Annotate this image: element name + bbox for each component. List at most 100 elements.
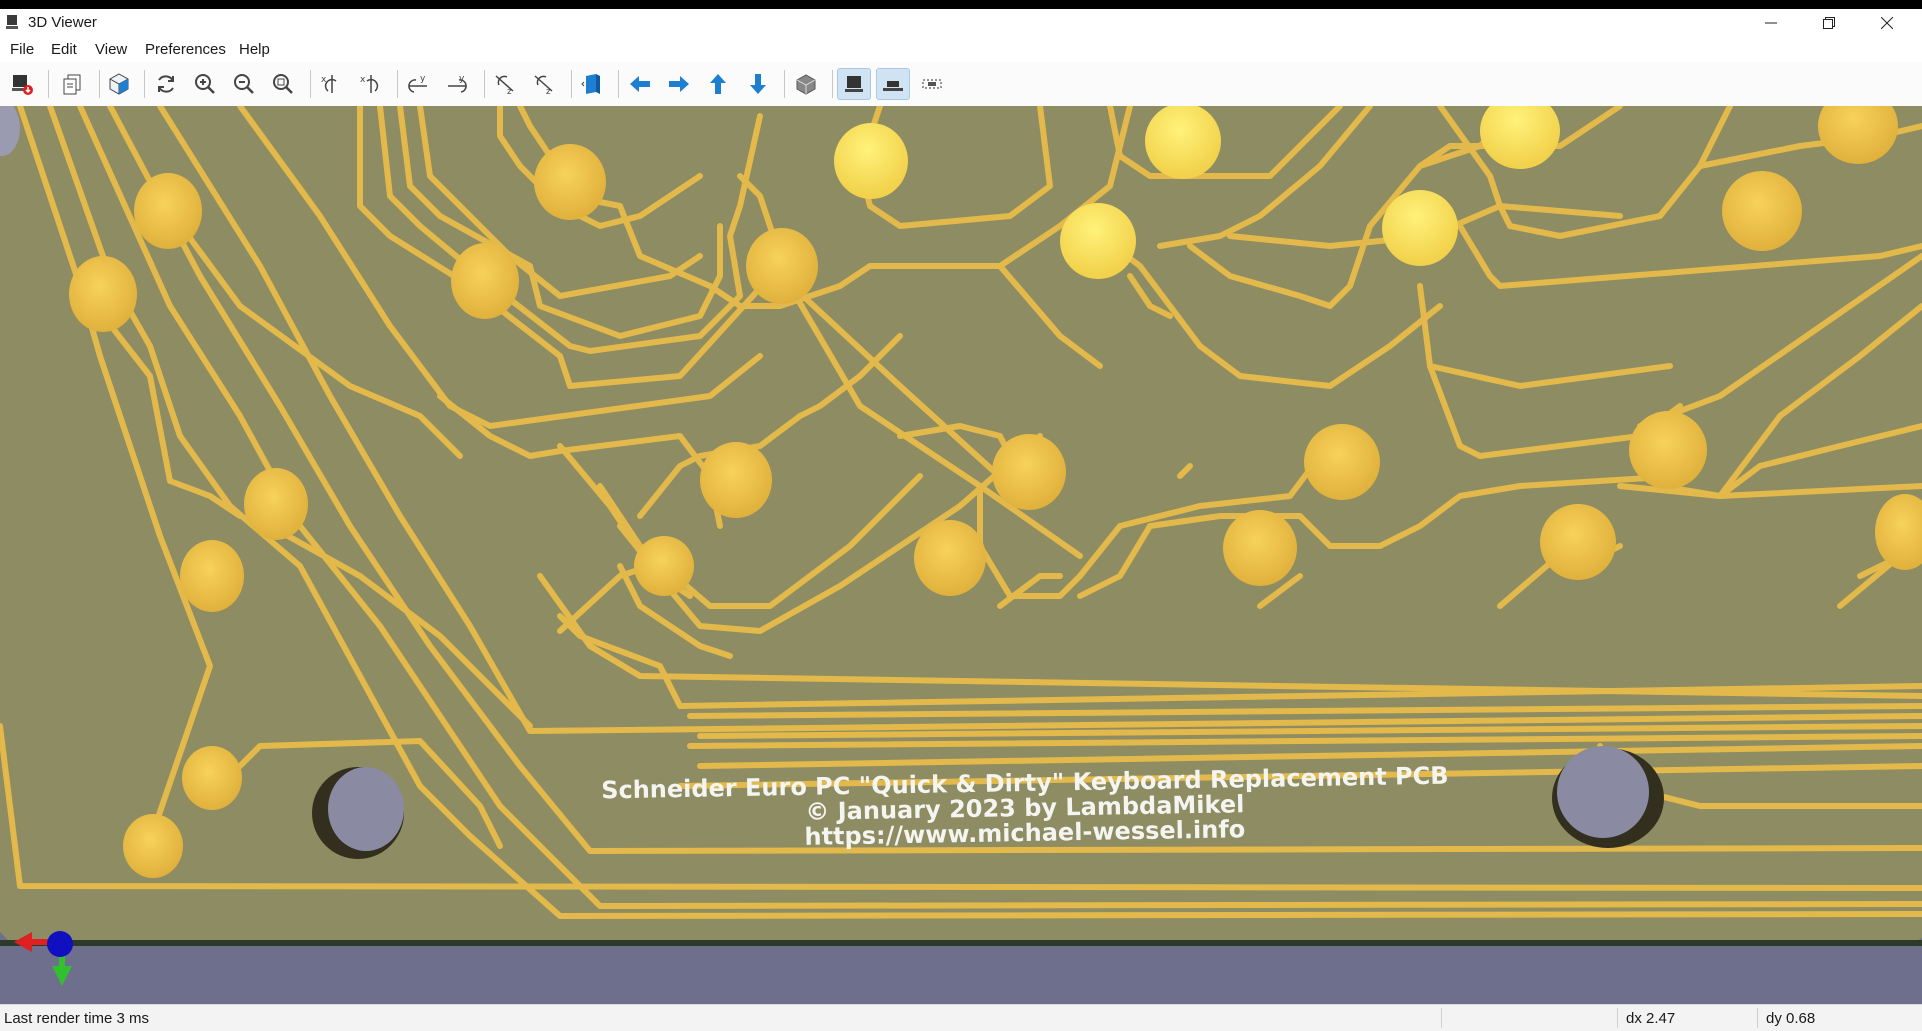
menu-preferences[interactable]: Preferences — [145, 41, 226, 58]
toolbar-separator — [99, 70, 100, 98]
zoom-in-icon — [195, 74, 215, 94]
toolbar-separator — [48, 70, 49, 98]
pad — [244, 468, 308, 540]
zoom-out-icon — [234, 74, 254, 94]
pad — [1223, 510, 1297, 586]
pad — [123, 814, 183, 878]
restore-button[interactable] — [1800, 9, 1858, 36]
render-time-status: Last render time 3 ms — [4, 1010, 150, 1027]
pad — [134, 173, 202, 249]
rotate-y-ccw-button[interactable]: y — [440, 68, 474, 100]
window-top-edge — [0, 0, 1922, 9]
pad — [634, 536, 694, 596]
svg-text:y: y — [420, 74, 426, 84]
toolbar-separator — [618, 70, 619, 98]
rotate-x-cw-button[interactable]: x — [315, 68, 349, 100]
app-icon — [6, 15, 18, 29]
toolbar-separator — [484, 70, 485, 98]
pad — [69, 256, 137, 332]
move-up-button[interactable] — [701, 68, 735, 100]
dy-status: dy 0.68 — [1766, 1010, 1816, 1027]
toolbar-separator — [144, 70, 145, 98]
status-bar: Last render time 3 ms dx 2.47 dy 0.68 — [0, 1004, 1922, 1031]
rotate-y-icon: y — [448, 74, 467, 93]
cube-icon — [109, 73, 129, 95]
pad — [746, 228, 818, 304]
component-icon — [883, 81, 903, 91]
pad — [700, 442, 772, 518]
zoom-fit-button[interactable] — [266, 68, 300, 100]
close-button[interactable] — [1858, 9, 1916, 36]
dx-status: dx 2.47 — [1626, 1010, 1676, 1027]
rotate-z-cw-button[interactable]: z — [488, 68, 522, 100]
menu-bar: File Edit View Preferences Help — [0, 36, 1922, 62]
arrow-up-icon — [710, 74, 726, 94]
pad — [1540, 504, 1616, 580]
pad — [180, 540, 244, 612]
3d-view-button[interactable] — [102, 68, 136, 100]
rotate-y-cw-button[interactable]: y — [401, 68, 435, 100]
pad — [182, 746, 242, 810]
bounding-box-button[interactable] — [915, 68, 949, 100]
restore-icon — [1823, 16, 1835, 29]
pad — [1629, 411, 1707, 489]
pad — [451, 243, 519, 319]
render-pcb-button[interactable] — [837, 68, 871, 100]
rotate-x-icon: x — [321, 75, 337, 93]
title-bar: 3D Viewer — [0, 9, 1922, 36]
minimize-button[interactable] — [1742, 9, 1800, 36]
render-components-button[interactable] — [876, 68, 910, 100]
window-title: 3D Viewer — [28, 14, 97, 31]
copy-button[interactable] — [55, 68, 89, 100]
toolbar-separator — [397, 70, 398, 98]
rotate-y-icon: y — [408, 74, 427, 93]
reload-button[interactable] — [149, 68, 183, 100]
z-axis-ball — [47, 931, 73, 957]
menu-edit[interactable]: Edit — [51, 41, 77, 58]
zoom-in-button[interactable] — [188, 68, 222, 100]
board-edge — [0, 940, 1922, 946]
toolbar-separator — [310, 70, 311, 98]
move-right-button[interactable] — [662, 68, 696, 100]
status-separator — [1441, 1008, 1442, 1028]
rotate-x-ccw-button[interactable]: x — [354, 68, 388, 100]
toolbar-separator — [571, 70, 572, 98]
status-separator — [1757, 1008, 1758, 1028]
bounding-box-icon — [922, 79, 942, 89]
zoom-fit-icon — [273, 74, 293, 94]
box-icon — [796, 74, 816, 95]
rotate-x-icon: x — [360, 75, 379, 93]
flip-board-button[interactable] — [575, 68, 609, 100]
ortho-view-button[interactable] — [789, 68, 823, 100]
pad — [534, 144, 606, 220]
arrow-right-icon — [669, 76, 689, 92]
export-button[interactable] — [5, 68, 39, 100]
status-separator — [1617, 1008, 1618, 1028]
rotate-z-icon: z — [534, 75, 553, 96]
pcb-render[interactable]: Schneider Euro PC "Quick & Dirty" Keyboa… — [0, 106, 1922, 1004]
arrow-down-icon — [750, 74, 766, 94]
pad — [914, 520, 986, 596]
pad — [1304, 424, 1380, 500]
menu-view[interactable]: View — [95, 41, 127, 58]
copy-icon — [63, 74, 81, 95]
export-icon — [12, 75, 33, 95]
pad — [834, 123, 908, 199]
menu-file[interactable]: File — [10, 41, 34, 58]
reload-icon — [158, 75, 174, 93]
rotate-z-ccw-button[interactable]: z — [527, 68, 561, 100]
minimize-icon — [1765, 22, 1777, 23]
arrow-left-icon — [630, 76, 650, 92]
mounting-hole — [1557, 746, 1649, 838]
3d-viewport[interactable]: Schneider Euro PC "Quick & Dirty" Keyboa… — [0, 106, 1922, 1004]
toolbar-separator — [784, 70, 785, 98]
pad — [992, 434, 1066, 510]
move-down-button[interactable] — [741, 68, 775, 100]
flip-board-icon — [581, 74, 600, 94]
menu-help[interactable]: Help — [239, 41, 270, 58]
pcb-icon — [845, 76, 863, 92]
pad — [1722, 171, 1802, 251]
move-left-button[interactable] — [623, 68, 657, 100]
rotate-z-icon: z — [495, 75, 514, 96]
zoom-out-button[interactable] — [227, 68, 261, 100]
